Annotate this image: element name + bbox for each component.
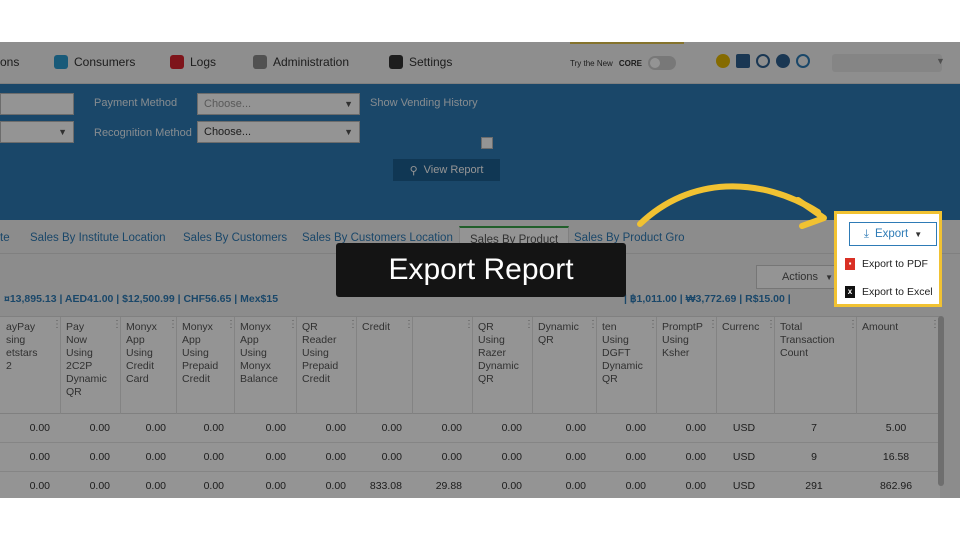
export-report-callout: Export Report	[336, 243, 626, 297]
excel-file-icon: x	[845, 286, 855, 298]
export-highlight: ⤓ Export ▼ ▪ Export to PDF x Export to E…	[834, 211, 942, 307]
export-to-excel-item[interactable]: x Export to Excel	[845, 286, 933, 298]
export-label: Export	[874, 228, 909, 240]
chevron-down-icon: ▼	[914, 229, 923, 239]
curved-arrow-icon	[637, 183, 827, 229]
export-to-excel-label: Export to Excel	[862, 286, 933, 298]
pdf-file-icon: ▪	[845, 258, 855, 270]
export-to-pdf-item[interactable]: ▪ Export to PDF	[845, 258, 928, 270]
export-button[interactable]: ⤓ Export ▼	[849, 222, 937, 246]
export-to-pdf-label: Export to PDF	[862, 258, 928, 270]
download-icon: ⤓	[863, 227, 869, 240]
callout-label: Export Report	[388, 253, 574, 286]
